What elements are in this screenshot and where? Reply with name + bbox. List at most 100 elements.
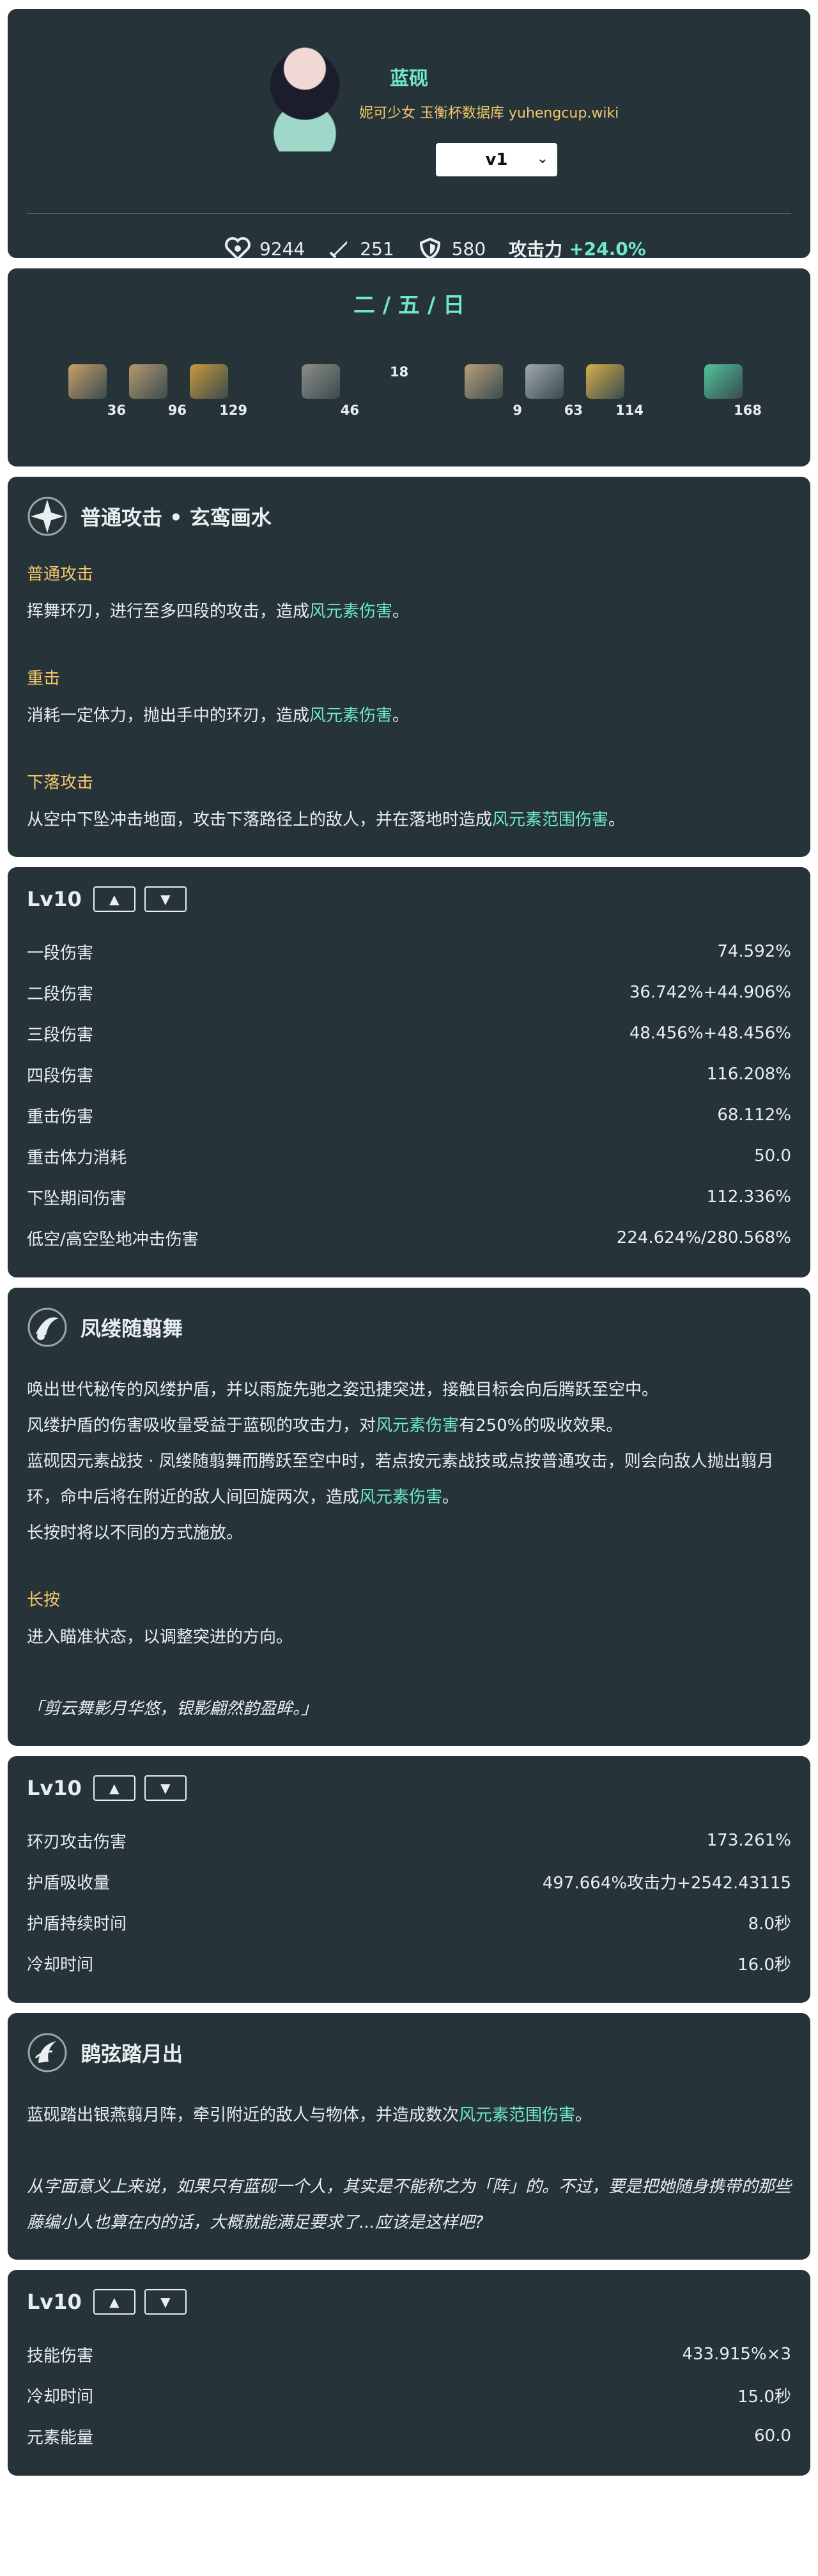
text-span: 从空中下坠冲击地面，攻击下落路径上的敌人，并在落地时造成 <box>27 810 493 829</box>
flavor-quote: 「剪云舞影月华悠，银影翩然韵盈眸。」 <box>27 1699 318 1718</box>
level-label: Lv10 <box>27 2290 82 2314</box>
level-table-elemental-skill: Lv10 ▲ ▼ 环刃攻击伤害 173.261% 护盾吸收量 497.664%攻击力+… <box>8 1756 810 2003</box>
material-item: 63 <box>525 364 583 418</box>
row-label: 下坠期间伤害 <box>27 1189 127 1208</box>
skill-description: 从空中下坠冲击地面，攻击下落路径上的敌人，并在落地时造成风元素范围伤害。 <box>27 802 791 838</box>
material-item: 36 <box>68 364 126 418</box>
table-row: 冷却时间 16.0秒 <box>27 1943 791 1984</box>
level-up-button[interactable]: ▲ <box>93 1775 135 1801</box>
skill-title-row: 鹍弦踏月出 <box>27 2032 791 2073</box>
element-highlight: 风元素伤害 <box>376 1416 459 1435</box>
row-value: 68.112% <box>717 1106 791 1125</box>
level-down-button[interactable]: ▼ <box>144 1775 187 1801</box>
stat-def-value: 580 <box>451 238 486 259</box>
material-count: 96 <box>167 403 187 418</box>
material-days: 二 / 五 / 日 <box>353 293 465 318</box>
material-item: 46 <box>302 364 359 418</box>
header-top: 蓝砚 妮可少女 玉衡杯数据库 yuhengcup.wiki v1 ⌄ <box>27 22 791 188</box>
level-down-button[interactable]: ▼ <box>144 886 187 912</box>
horn-icon <box>129 364 167 399</box>
row-value: 60.0 <box>754 2426 791 2446</box>
page: 蓝砚 妮可少女 玉衡杯数据库 yuhengcup.wiki v1 ⌄ 9244 <box>0 0 818 2476</box>
normal-attack-icon <box>27 497 67 536</box>
table-row: 重击体力消耗 50.0 <box>27 1136 791 1176</box>
header-divider <box>27 213 791 214</box>
skill-description: 蓝砚踏出银燕翦月阵，牵引附近的敌人与物体，并造成数次风元素范围伤害。 <box>27 2097 791 2133</box>
skill-title: 凤缕随翦舞 <box>81 1316 183 1341</box>
stat-bonus-label: 攻击力 <box>509 239 563 260</box>
heart-icon <box>225 237 251 260</box>
skill-description: 长按时将以不同的方式施放。 <box>27 1523 243 1543</box>
skill-card-elemental-skill: 凤缕随翦舞 唤出世代秘传的风缕护盾，并以雨旋先驰之姿迅捷突进，接触目标会向后腾跃… <box>8 1288 810 1746</box>
version-select[interactable]: v1 ⌄ <box>436 143 557 176</box>
material-count: 114 <box>615 403 644 418</box>
table-row: 重击伤害 68.112% <box>27 1095 791 1136</box>
text-span: 。 <box>392 706 410 725</box>
level-up-button[interactable]: ▲ <box>93 886 135 912</box>
table-row: 技能伤害 433.915%×3 <box>27 2334 791 2375</box>
flavor-quote: 从字面意义上来说，如果只有蓝砚一个人，其实是不能称之为「阵」的。不过，要是把她随… <box>27 2177 792 2232</box>
table-row: 下坠期间伤害 112.336% <box>27 1176 791 1217</box>
row-label: 元素能量 <box>27 2428 94 2448</box>
stat-hp: 9244 <box>225 237 305 260</box>
table-row: 冷却时间 15.0秒 <box>27 2375 791 2416</box>
row-label: 护盾吸收量 <box>27 1873 111 1893</box>
row-value: 36.742%+44.906% <box>629 983 791 1002</box>
row-label: 护盾持续时间 <box>27 1914 127 1934</box>
row-value: 116.208% <box>706 1065 791 1084</box>
skill-card-normal-attack: 普通攻击 • 玄鸾画水 普通攻击 挥舞环刃，进行至多四段的攻击，造成风元素伤害。… <box>8 477 810 857</box>
row-label: 冷却时间 <box>27 1955 94 1975</box>
level-table-normal-attack: Lv10 ▲ ▼ 一段伤害 74.592% 二段伤害 36.742%+44.906% 三… <box>8 867 810 1277</box>
section-label: 重击 <box>27 669 61 688</box>
row-value: 224.624%/280.568% <box>616 1228 791 1247</box>
material-count: 36 <box>107 403 126 418</box>
chevron-down-icon: ⌄ <box>536 151 548 167</box>
material-count: 9 <box>513 403 522 418</box>
character-header-card: 蓝砚 妮可少女 玉衡杯数据库 yuhengcup.wiki v1 ⌄ 9244 <box>8 9 810 260</box>
skill-card-elemental-burst: 鹍弦踏月出 蓝砚踏出银燕翦月阵，牵引附近的敌人与物体，并造成数次风元素范围伤害。… <box>8 2013 810 2260</box>
text-span: 风缕护盾的伤害吸收量受益于蓝砚的攻击力，对 <box>27 1416 376 1435</box>
scroll-icon <box>586 364 624 399</box>
character-subtitle: 妮可少女 玉衡杯数据库 yuhengcup.wiki <box>359 105 619 121</box>
level-up-button[interactable]: ▲ <box>93 2289 135 2315</box>
table-row: 元素能量 60.0 <box>27 2416 791 2456</box>
element-highlight: 风元素伤害 <box>309 706 393 725</box>
level-header: Lv10 ▲ ▼ <box>27 1775 791 1801</box>
stat-bonus-value: +24.0% <box>569 238 646 259</box>
material-item: 129 <box>190 364 247 418</box>
row-label: 四段伤害 <box>27 1066 94 1086</box>
material-count: 63 <box>564 403 583 418</box>
element-highlight: 风元素范围伤害 <box>492 810 609 829</box>
text-span: 。 <box>608 810 626 829</box>
row-label: 一段伤害 <box>27 943 94 963</box>
material-count: 129 <box>219 403 247 418</box>
crown-icon <box>190 364 228 399</box>
row-label: 冷却时间 <box>27 2387 94 2407</box>
row-value: 173.261% <box>706 1831 791 1850</box>
skill-description: 挥舞环刃，进行至多四段的攻击，造成风元素伤害。 <box>27 594 791 629</box>
text-span: 挥舞环刃，进行至多四段的攻击，造成 <box>27 602 310 621</box>
level-down-button[interactable]: ▼ <box>144 2289 187 2315</box>
skill-title: 鹍弦踏月出 <box>81 2042 183 2066</box>
gear-icon <box>302 364 340 399</box>
material-count: 46 <box>340 403 359 418</box>
row-value: 15.0秒 <box>737 2387 791 2407</box>
row-value: 497.664%攻击力+2542.43115 <box>542 1873 791 1893</box>
text-span: 有250%的吸收效果。 <box>459 1416 623 1435</box>
shield-icon <box>419 237 440 260</box>
table-row: 三段伤害 48.456%+48.456% <box>27 1013 791 1054</box>
scroll-icon <box>465 364 503 399</box>
row-value: 74.592% <box>717 942 791 961</box>
material-item: 9 <box>465 364 522 418</box>
material-count: 168 <box>734 403 762 418</box>
skill-description: 进入瞄准状态，以调整突进的方向。 <box>27 1628 293 1647</box>
row-label: 三段伤害 <box>27 1025 94 1045</box>
table-row: 护盾持续时间 8.0秒 <box>27 1902 791 1943</box>
stat-atk: 251 <box>328 237 394 260</box>
stat-def: 580 <box>417 237 486 260</box>
character-avatar <box>244 33 366 151</box>
row-label: 二段伤害 <box>27 984 94 1004</box>
row-label: 重击体力消耗 <box>27 1148 127 1168</box>
row-value: 8.0秒 <box>748 1914 791 1934</box>
row-label: 重击伤害 <box>27 1107 94 1127</box>
